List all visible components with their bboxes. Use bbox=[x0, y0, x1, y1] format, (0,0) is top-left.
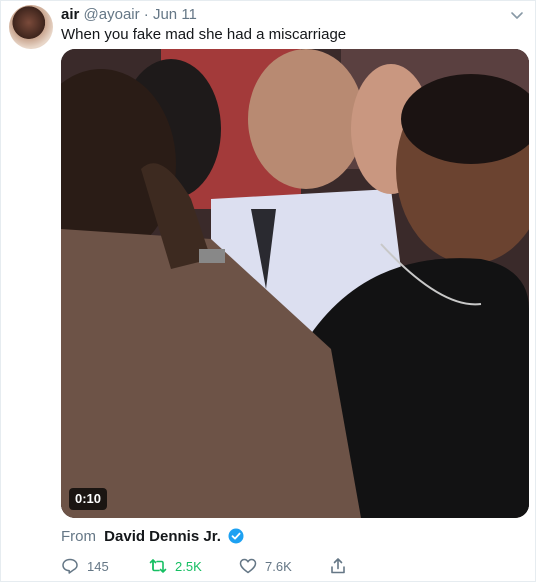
reply-count: 145 bbox=[87, 558, 109, 574]
verified-badge-icon bbox=[228, 528, 244, 544]
reply-button[interactable]: 145 bbox=[61, 557, 109, 575]
video-timestamp: 0:10 bbox=[69, 488, 108, 510]
like-count: 7.6K bbox=[265, 558, 292, 574]
tweet-actions: 145 2.5K 7.6K bbox=[61, 557, 361, 579]
author-name[interactable]: air bbox=[61, 6, 79, 23]
retweet-button[interactable]: 2.5K bbox=[149, 557, 202, 575]
retweet-count: 2.5K bbox=[175, 558, 202, 574]
attribution-author-link[interactable]: David Dennis Jr. bbox=[104, 528, 221, 545]
separator-dot: · bbox=[143, 6, 149, 23]
like-icon bbox=[239, 558, 257, 574]
tweet-header: air @ayoair · Jun 11 bbox=[61, 5, 197, 25]
retweet-icon bbox=[149, 559, 167, 573]
video-attribution: From David Dennis Jr. bbox=[61, 527, 244, 547]
tweet-date[interactable]: Jun 11 bbox=[153, 6, 197, 23]
tweet-text: When you fake mad she had a miscarriage bbox=[61, 26, 347, 43]
video-frame bbox=[61, 49, 529, 518]
attribution-prefix: From bbox=[61, 528, 96, 545]
share-button[interactable] bbox=[329, 557, 355, 575]
avatar[interactable] bbox=[9, 5, 53, 49]
tweet-card: air @ayoair · Jun 11 When you fake mad s… bbox=[0, 0, 536, 582]
chevron-down-icon[interactable] bbox=[509, 7, 525, 23]
like-button[interactable]: 7.6K bbox=[239, 557, 292, 575]
share-icon bbox=[331, 558, 345, 574]
author-handle[interactable]: @ayoair bbox=[84, 6, 140, 23]
video-player[interactable]: 0:10 bbox=[61, 49, 529, 518]
reply-icon bbox=[62, 558, 78, 574]
